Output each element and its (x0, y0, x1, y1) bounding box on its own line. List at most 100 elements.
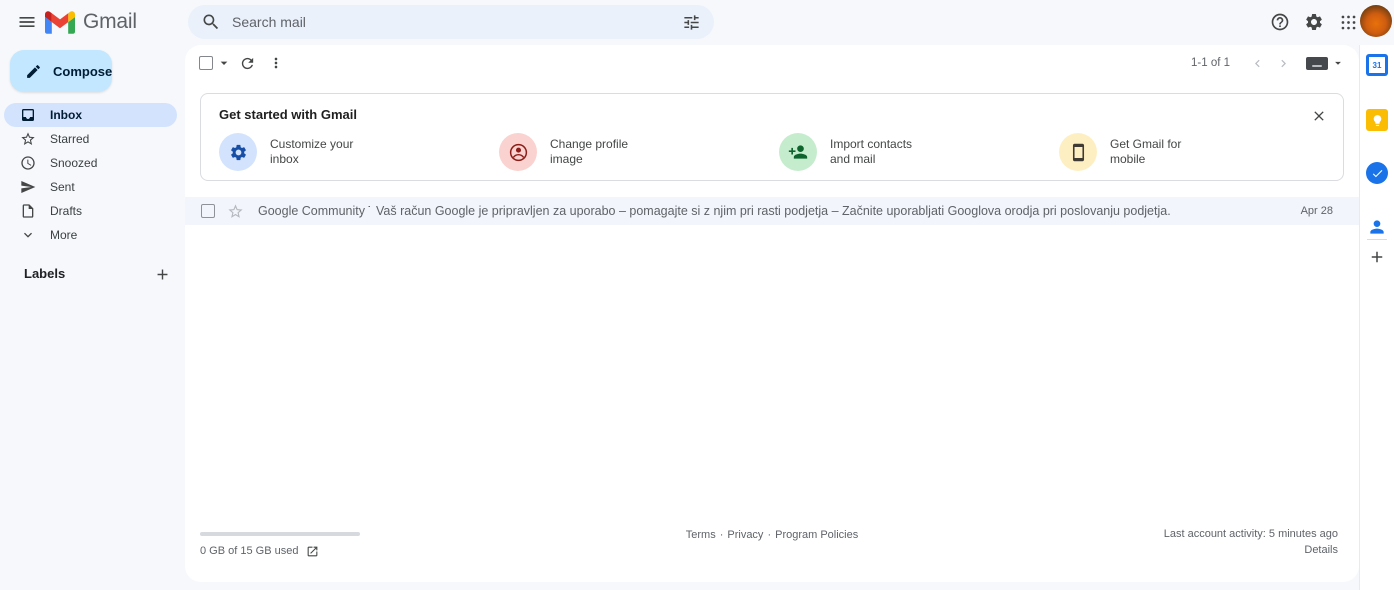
subject-separator: – (828, 204, 842, 218)
program-policies-link[interactable]: Program Policies (775, 529, 858, 541)
create-label-button[interactable] (150, 262, 174, 286)
calendar-button[interactable]: 31 (1366, 54, 1388, 76)
search-options-button[interactable] (674, 7, 708, 37)
sidebar-item-snoozed[interactable]: Snoozed (4, 151, 177, 175)
select-all-checkbox[interactable] (199, 56, 213, 70)
sidebar-nav: Inbox Starred Snoozed Sent Drafts (4, 103, 177, 247)
sidebar-item-more[interactable]: More (4, 223, 177, 247)
email-date: Apr 28 (1301, 205, 1333, 217)
item-label: Import contacts and mail (830, 137, 935, 168)
manage-storage-button[interactable] (304, 543, 320, 559)
keep-button[interactable] (1366, 109, 1388, 131)
more-vert-icon (268, 55, 284, 71)
person-add-icon (779, 133, 817, 171)
search-bar[interactable] (188, 5, 714, 39)
storage-status: 0 GB of 15 GB used (200, 543, 320, 559)
import-contacts-item[interactable]: Import contacts and mail (779, 130, 1059, 174)
tasks-button[interactable] (1366, 162, 1388, 184)
star-icon (20, 131, 36, 147)
sidebar-item-label: More (50, 228, 77, 242)
star-icon (227, 203, 244, 220)
pagination-label: 1-1 of 1 (1191, 57, 1230, 69)
newer-page-button[interactable] (1244, 50, 1270, 76)
gmail-window: Gmail (0, 0, 1394, 590)
star-toggle[interactable] (227, 203, 244, 220)
account-avatar[interactable] (1360, 5, 1392, 37)
activity-details-link[interactable]: Details (1304, 544, 1338, 556)
dismiss-card-button[interactable] (1307, 104, 1331, 128)
link-separator: · (716, 529, 728, 541)
chevron-left-icon (1250, 56, 1265, 71)
get-started-card: Get started with Gmail Customize your in… (200, 93, 1344, 181)
sidebar-item-starred[interactable]: Starred (4, 127, 177, 151)
sidebar-item-sent[interactable]: Sent (4, 175, 177, 199)
email-sender: Google Community Te. (258, 204, 370, 218)
subject-text: Vaš račun Google je pripravljen za upora… (376, 204, 828, 218)
mail-list-panel: 1-1 of 1 Get started with Gmail (185, 45, 1359, 582)
email-row[interactable]: Google Community Te. Vaš račun Google je… (185, 197, 1359, 225)
snippet-text: Začnite uporabljati Googlova orodja pri … (842, 204, 1171, 218)
chevron-right-icon (1276, 56, 1291, 71)
input-tools-button[interactable] (1306, 56, 1345, 70)
get-started-items: Customize your inbox Change profile imag… (219, 130, 1339, 174)
panel-divider (1367, 239, 1387, 240)
change-profile-item[interactable]: Change profile image (499, 130, 779, 174)
email-checkbox[interactable] (201, 204, 215, 218)
get-add-ons-button[interactable] (1365, 245, 1389, 269)
labels-title: Labels (24, 266, 65, 281)
apps-grid-icon (1339, 13, 1358, 32)
clock-icon (20, 155, 36, 171)
activity-label: Last account activity: 5 minutes ago (1164, 526, 1338, 542)
sidebar-item-drafts[interactable]: Drafts (4, 199, 177, 223)
settings-button[interactable] (1300, 8, 1328, 36)
calendar-day-label: 31 (1373, 61, 1382, 70)
search-input[interactable] (228, 14, 674, 30)
arrow-drop-down-icon (1331, 56, 1345, 70)
refresh-button[interactable] (233, 49, 261, 77)
account-activity: Last account activity: 5 minutes ago Det… (1164, 526, 1338, 558)
compose-label: Compose (53, 64, 112, 79)
app-title: Gmail (83, 10, 137, 34)
select-dropdown-button[interactable] (216, 55, 232, 71)
open-in-new-icon (306, 545, 319, 558)
refresh-icon (239, 55, 256, 72)
more-options-button[interactable] (262, 49, 290, 77)
keep-bulb-icon (1366, 109, 1388, 131)
customize-inbox-item[interactable]: Customize your inbox (219, 130, 499, 174)
chevron-down-icon (20, 227, 36, 243)
send-icon (20, 179, 36, 195)
compose-button[interactable]: Compose (10, 50, 112, 92)
draft-file-icon (20, 203, 36, 219)
pencil-icon (25, 63, 42, 80)
google-apps-button[interactable] (1334, 8, 1362, 36)
sidebar-item-inbox[interactable]: Inbox (4, 103, 177, 127)
labels-section-header: Labels (0, 262, 185, 286)
contacts-button[interactable] (1366, 216, 1388, 238)
pagination-controls: 1-1 of 1 (1191, 47, 1345, 79)
link-separator: · (763, 529, 775, 541)
close-icon (1311, 108, 1327, 124)
phone-icon (1059, 133, 1097, 171)
sidebar-item-label: Sent (50, 180, 75, 194)
arrow-drop-down-icon (216, 55, 232, 71)
older-page-button[interactable] (1270, 50, 1296, 76)
privacy-link[interactable]: Privacy (727, 529, 763, 541)
storage-label: 0 GB of 15 GB used (200, 545, 298, 557)
sidebar-item-label: Snoozed (50, 156, 97, 170)
search-icon (201, 12, 221, 32)
terms-link[interactable]: Terms (686, 529, 716, 541)
inbox-icon (20, 107, 36, 123)
main-menu-button[interactable] (12, 7, 42, 37)
item-label: Get Gmail for mobile (1110, 137, 1215, 168)
tune-icon (682, 13, 701, 32)
email-subject: Vaš račun Google je pripravljen za upora… (376, 204, 1293, 218)
side-panel: 31 (1359, 45, 1394, 590)
support-button[interactable] (1266, 8, 1294, 36)
keyboard-icon (1306, 57, 1328, 70)
gmail-logo: Gmail (45, 10, 137, 34)
gmail-mobile-item[interactable]: Get Gmail for mobile (1059, 130, 1339, 174)
profile-icon (499, 133, 537, 171)
search-button[interactable] (194, 7, 228, 37)
sidebar-item-label: Starred (50, 132, 89, 146)
help-icon (1270, 12, 1290, 32)
